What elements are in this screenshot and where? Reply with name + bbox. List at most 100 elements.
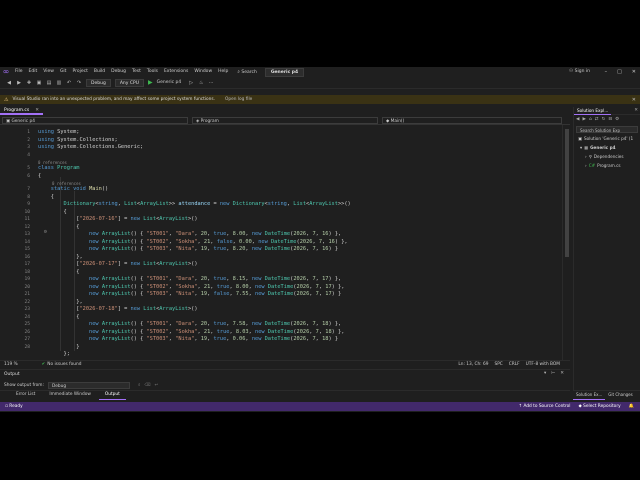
- panel-dropdown-icon[interactable]: ▾: [544, 371, 546, 376]
- info-bar-close-icon[interactable]: ✕: [632, 97, 636, 103]
- tab-immediate-window[interactable]: Immediate Window: [43, 391, 96, 399]
- code-line: new ArrayList() { "ST002", "Sokha", 21, …: [89, 328, 345, 335]
- redo-icon[interactable]: ↷: [76, 80, 82, 86]
- tab-error-list[interactable]: Error List: [10, 391, 41, 399]
- tab-solution-explorer[interactable]: Solution Expl...: [574, 107, 612, 115]
- sync-icon[interactable]: ⇄: [595, 117, 599, 122]
- close-icon[interactable]: ✕: [632, 67, 636, 77]
- editor-vertical-scrollbar[interactable]: [562, 125, 570, 365]
- menu-git[interactable]: Git: [57, 67, 70, 77]
- class-nav-label: Program: [200, 119, 219, 124]
- tab-solution-explorer-bottom[interactable]: Solution Ex...: [573, 391, 606, 400]
- menu-extensions[interactable]: Extensions: [161, 67, 191, 77]
- project-nav-dropdown[interactable]: ▣ Generic p4: [2, 117, 188, 124]
- cursor-position[interactable]: Ln: 13, Ch: 69: [458, 362, 488, 367]
- status-bar: ▫ Ready ↑ Add to Source Control ◆ Select…: [0, 402, 640, 411]
- save-icon[interactable]: ▤: [46, 80, 52, 86]
- minimize-icon[interactable]: –: [605, 67, 608, 77]
- pin-icon[interactable]: ⊢: [551, 371, 555, 376]
- open-icon[interactable]: ▣: [36, 80, 42, 86]
- line-number: 20: [24, 284, 30, 290]
- line-number: 3: [27, 145, 30, 150]
- new-item-icon[interactable]: ✚: [26, 80, 32, 86]
- member-nav-label: Main(): [390, 119, 405, 124]
- solution-search-input[interactable]: Search Solution Exp: [576, 126, 638, 133]
- toolbar-overflow-icon[interactable]: ⋯: [208, 80, 214, 86]
- class-nav-dropdown[interactable]: ◈ Program: [192, 117, 378, 124]
- menu-project[interactable]: Project: [69, 67, 90, 77]
- word-wrap-icon[interactable]: ↩: [154, 383, 158, 388]
- back-icon[interactable]: ◀: [576, 117, 579, 122]
- line-ending[interactable]: CRLF: [509, 362, 520, 367]
- menu-test[interactable]: Test: [129, 67, 144, 77]
- menu-tools[interactable]: Tools: [144, 67, 161, 77]
- solution-node[interactable]: ▣ Solution 'Generic p4' (1: [578, 136, 633, 141]
- scrollbar-thumb[interactable]: [565, 129, 569, 257]
- solution-explorer-close-icon[interactable]: ✕: [634, 108, 638, 113]
- tab-output[interactable]: Output: [98, 391, 126, 400]
- code-line: new ArrayList() { "ST001", "Dara", 20, t…: [89, 276, 342, 282]
- select-repository-button[interactable]: ◆ Select Repository: [578, 404, 620, 409]
- code-line: };: [38, 351, 70, 357]
- refresh-icon[interactable]: ↻: [602, 117, 606, 122]
- forward-icon[interactable]: ▶: [582, 117, 585, 122]
- save-all-icon[interactable]: ▥: [56, 80, 62, 86]
- add-to-source-control-button[interactable]: ↑ Add to Source Control: [518, 404, 570, 409]
- notifications-icon[interactable]: 🔔: [629, 404, 634, 409]
- code-line: using System.Collections.Generic;: [38, 144, 144, 150]
- info-bar: ⚠ Visual Studio ran into an unexpected p…: [0, 95, 640, 104]
- panel-close-icon[interactable]: ✕: [560, 371, 564, 376]
- maximize-icon[interactable]: □: [617, 67, 622, 77]
- code-line: {: [38, 208, 67, 215]
- line-number: 14: [24, 239, 30, 245]
- output-source-dropdown[interactable]: Debug: [47, 382, 130, 389]
- open-log-file-link[interactable]: Open log file: [225, 97, 252, 102]
- sign-in-button[interactable]: ⚇ Sign in: [569, 67, 590, 77]
- dependencies-label: Dependencies: [593, 154, 624, 159]
- menu-bar: ∞ File Edit View Git Project Build Debug…: [0, 67, 640, 77]
- solution-node-label: Solution 'Generic p4' (1: [583, 136, 634, 141]
- line-number: 6: [27, 173, 30, 179]
- document-tab-strip: Program.cs ✕: [0, 107, 570, 115]
- start-without-debugging-icon[interactable]: ▷: [188, 80, 194, 86]
- back-icon[interactable]: ◀: [6, 80, 12, 86]
- menu-build[interactable]: Build: [91, 67, 108, 77]
- settings-icon[interactable]: ⚙: [615, 117, 619, 122]
- collapse-all-icon[interactable]: ⊟: [608, 117, 612, 122]
- solution-explorer: Solution Expl... ✕ ◀ ▶ ⌂ ⇄ ↻ ⊟ ⚙ Search …: [573, 107, 640, 399]
- code-editor[interactable]: 1 2 3 4 5 6 7 8 9 10 11 12 13 14 15 16 1…: [0, 125, 570, 365]
- member-nav-dropdown[interactable]: ◆ Main(): [382, 117, 562, 124]
- menu-view[interactable]: View: [40, 67, 57, 77]
- line-number-gutter: 1 2 3 4 5 6 7 8 9 10 11 12 13 14 15 16 1…: [0, 125, 36, 365]
- forward-icon[interactable]: ▶: [16, 80, 22, 86]
- tab-program-cs[interactable]: Program.cs ✕: [0, 107, 44, 115]
- platform-dropdown[interactable]: Any CPU: [114, 78, 144, 87]
- issues-status[interactable]: No issues found: [47, 362, 81, 367]
- undo-icon[interactable]: ↶: [66, 80, 72, 86]
- start-debugging-icon[interactable]: ▶: [148, 79, 153, 86]
- program-cs-node[interactable]: › C# Program.cs: [585, 163, 621, 168]
- project-node[interactable]: ▾ ▦ Generic p4: [580, 145, 616, 150]
- output-toolbar: ⌕ ⌫ ↩: [138, 383, 158, 388]
- tab-close-icon[interactable]: ✕: [35, 108, 39, 113]
- find-icon[interactable]: ⌕: [138, 383, 140, 388]
- file-encoding[interactable]: UTF-8 with BOM: [526, 362, 560, 367]
- configuration-dropdown[interactable]: Debug: [86, 78, 111, 87]
- tab-git-changes[interactable]: Git Changes: [605, 391, 635, 399]
- code-area: using System; using System.Collections; …: [38, 125, 562, 365]
- indent-mode[interactable]: SPC: [494, 362, 502, 367]
- sign-in-label: Sign in: [574, 69, 590, 74]
- home-icon[interactable]: ⌂: [589, 117, 592, 122]
- start-target-label[interactable]: Generic p4: [157, 80, 185, 85]
- search-button[interactable]: ⌕ Search: [233, 69, 260, 75]
- menu-edit[interactable]: Edit: [26, 67, 41, 77]
- hot-reload-icon[interactable]: ♨: [198, 80, 204, 86]
- show-output-from-label: Show output from:: [4, 383, 44, 388]
- zoom-level[interactable]: 119 %: [4, 362, 18, 367]
- menu-debug[interactable]: Debug: [108, 67, 129, 77]
- menu-help[interactable]: Help: [215, 67, 231, 77]
- menu-window[interactable]: Window: [191, 67, 215, 77]
- dependencies-node[interactable]: › ⚲ Dependencies: [585, 154, 624, 159]
- menu-file[interactable]: File: [12, 67, 26, 77]
- clear-all-icon[interactable]: ⌫: [144, 383, 150, 388]
